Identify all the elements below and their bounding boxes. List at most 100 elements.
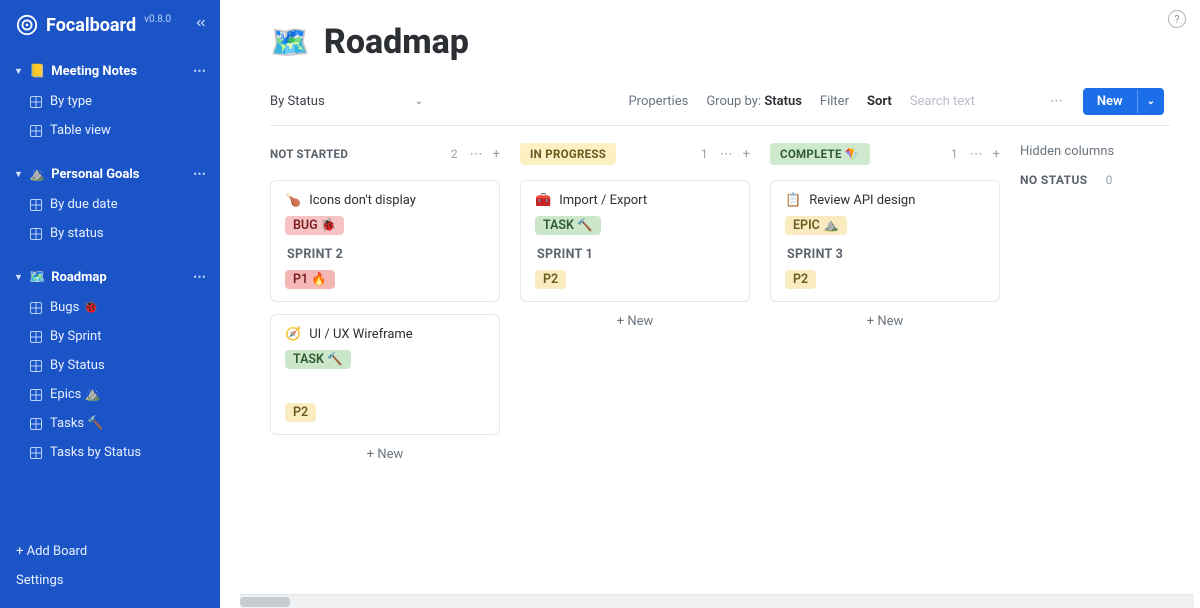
card[interactable]: 🧰 Import / Export TASK 🔨 SPRINT 1 P2 xyxy=(520,180,750,302)
card[interactable]: 🍗 Icons don't display BUG 🐞 SPRINT 2 P1 … xyxy=(270,180,500,302)
sidebar-group-header[interactable]: ▼ ⛰️ Personal Goals ⋯ xyxy=(0,163,220,186)
properties-button[interactable]: Properties xyxy=(628,94,688,109)
sidebar-item-epics[interactable]: Epics ⛰️ xyxy=(0,380,220,409)
sidebar-header: Focalboard v0.8.0 xyxy=(0,14,220,42)
sidebar-item-by-type[interactable]: By type xyxy=(0,87,220,116)
card-emoji: 🧰 xyxy=(535,194,551,207)
group-by-label: Group by: xyxy=(706,94,761,109)
sidebar-item-label: By Sprint xyxy=(50,329,102,344)
add-card-button[interactable]: + New xyxy=(770,314,1000,329)
chevrons-left-icon xyxy=(194,16,208,30)
toolbar-more-button[interactable]: ⋯ xyxy=(1048,94,1065,109)
group-menu-button[interactable]: ⋯ xyxy=(193,270,206,285)
card[interactable]: 🧭 UI / UX Wireframe TASK 🔨 P2 xyxy=(270,314,500,435)
caret-down-icon: ▼ xyxy=(14,169,23,180)
sidebar-footer: + Add Board Settings xyxy=(0,544,220,598)
column-add-button[interactable]: + xyxy=(743,147,750,162)
search-input[interactable] xyxy=(910,94,1030,109)
sidebar-item-label: Epics ⛰️ xyxy=(50,387,101,402)
add-card-button[interactable]: + New xyxy=(520,314,750,329)
column-title[interactable]: IN PROGRESS xyxy=(520,143,616,165)
table-icon xyxy=(30,389,42,401)
card-priority-badge: P2 xyxy=(285,403,316,422)
sidebar-item-label: Tasks 🔨 xyxy=(50,416,104,431)
card-title: Icons don't display xyxy=(309,193,416,208)
column-header: NOT STARTED 2 ⋯ + xyxy=(270,140,500,168)
card-sprint xyxy=(287,381,485,395)
sidebar-group-title: Meeting Notes xyxy=(51,64,137,79)
caret-down-icon: ▼ xyxy=(14,66,23,77)
sidebar-group-header[interactable]: ▼ 📒 Meeting Notes ⋯ xyxy=(0,60,220,83)
sidebar-item-table-view[interactable]: Table view xyxy=(0,116,220,145)
column-menu-button[interactable]: ⋯ xyxy=(470,147,483,162)
new-button-dropdown[interactable]: ⌄ xyxy=(1137,90,1164,113)
sidebar-group-meeting-notes: ▼ 📒 Meeting Notes ⋯ By type Table view xyxy=(0,60,220,145)
column-add-button[interactable]: + xyxy=(993,147,1000,162)
mountain-icon: ⛰️ xyxy=(29,168,45,181)
column-title[interactable]: NOT STARTED xyxy=(270,143,348,165)
hidden-columns-label[interactable]: Hidden columns xyxy=(1020,140,1170,173)
sidebar-item-tasks[interactable]: Tasks 🔨 xyxy=(0,409,220,438)
sidebar-group-roadmap: ▼ 🗺️ Roadmap ⋯ Bugs 🐞 By Sprint By Statu… xyxy=(0,266,220,467)
view-selector[interactable]: By Status ⌄ xyxy=(270,94,423,109)
column-title[interactable]: COMPLETE 🪁 xyxy=(770,143,870,165)
column-menu-button[interactable]: ⋯ xyxy=(720,147,733,162)
notebook-icon: 📒 xyxy=(29,65,45,78)
group-menu-button[interactable]: ⋯ xyxy=(193,64,206,79)
table-icon xyxy=(30,331,42,343)
sidebar-item-label: Bugs 🐞 xyxy=(50,300,99,315)
add-board-button[interactable]: + Add Board xyxy=(16,544,204,559)
new-button[interactable]: New ⌄ xyxy=(1083,88,1164,115)
column-count: 1 xyxy=(701,147,708,161)
sidebar-item-label: Table view xyxy=(50,123,111,138)
app-version: v0.8.0 xyxy=(144,14,171,25)
new-button-label: New xyxy=(1083,88,1137,115)
no-status-row[interactable]: NO STATUS 0 xyxy=(1020,173,1170,187)
horizontal-scrollbar[interactable] xyxy=(240,594,1194,608)
card-type-tag: EPIC ⛰️ xyxy=(785,216,847,235)
sidebar-item-by-due-date[interactable]: By due date xyxy=(0,190,220,219)
settings-button[interactable]: Settings xyxy=(16,573,204,588)
sidebar-item-tasks-by-status[interactable]: Tasks by Status xyxy=(0,438,220,467)
column-add-button[interactable]: + xyxy=(493,147,500,162)
page-emoji[interactable]: 🗺️ xyxy=(270,23,310,61)
app-logo[interactable]: Focalboard xyxy=(16,14,136,36)
filter-button[interactable]: Filter xyxy=(820,94,849,109)
sort-button[interactable]: Sort xyxy=(867,94,892,109)
table-icon xyxy=(30,302,42,314)
card-title: Import / Export xyxy=(559,193,647,208)
target-icon xyxy=(16,14,38,36)
table-icon xyxy=(30,96,42,108)
card-emoji: 📋 xyxy=(785,194,801,207)
sidebar-group-header[interactable]: ▼ 🗺️ Roadmap ⋯ xyxy=(0,266,220,289)
sidebar-item-label: By Status xyxy=(50,358,105,373)
column-complete: COMPLETE 🪁 1 ⋯ + 📋 Review API design EPI… xyxy=(770,140,1000,329)
page-header: 🗺️ Roadmap xyxy=(270,22,1170,62)
column-not-started: NOT STARTED 2 ⋯ + 🍗 Icons don't display … xyxy=(270,140,500,462)
card-priority-badge: P1 🔥 xyxy=(285,270,335,289)
card-priority-badge: P2 xyxy=(535,270,566,289)
sidebar-item-by-status[interactable]: By status xyxy=(0,219,220,248)
card[interactable]: 📋 Review API design EPIC ⛰️ SPRINT 3 P2 xyxy=(770,180,1000,302)
sidebar-item-label: Tasks by Status xyxy=(50,445,141,460)
caret-down-icon: ▼ xyxy=(14,272,23,283)
chevron-down-icon: ⌄ xyxy=(415,96,423,107)
group-by-button[interactable]: Group by: Status xyxy=(706,94,802,109)
sidebar-item-by-sprint[interactable]: By Sprint xyxy=(0,322,220,351)
help-button[interactable]: ? xyxy=(1168,10,1186,28)
group-by-value: Status xyxy=(764,94,802,109)
card-sprint: SPRINT 2 xyxy=(287,247,485,262)
add-card-button[interactable]: + New xyxy=(270,447,500,462)
sidebar-item-bugs[interactable]: Bugs 🐞 xyxy=(0,293,220,322)
card-sprint: SPRINT 3 xyxy=(787,247,985,262)
sidebar-item-by-status-view[interactable]: By Status xyxy=(0,351,220,380)
page-title[interactable]: Roadmap xyxy=(324,22,469,62)
column-menu-button[interactable]: ⋯ xyxy=(970,147,983,162)
sidebar: Focalboard v0.8.0 ▼ 📒 Meeting Notes ⋯ By… xyxy=(0,0,220,608)
table-icon xyxy=(30,125,42,137)
card-priority-badge: P2 xyxy=(785,270,816,289)
card-emoji: 🧭 xyxy=(285,328,301,341)
column-in-progress: IN PROGRESS 1 ⋯ + 🧰 Import / Export TASK… xyxy=(520,140,750,329)
collapse-sidebar-button[interactable] xyxy=(194,16,208,30)
group-menu-button[interactable]: ⋯ xyxy=(193,167,206,182)
